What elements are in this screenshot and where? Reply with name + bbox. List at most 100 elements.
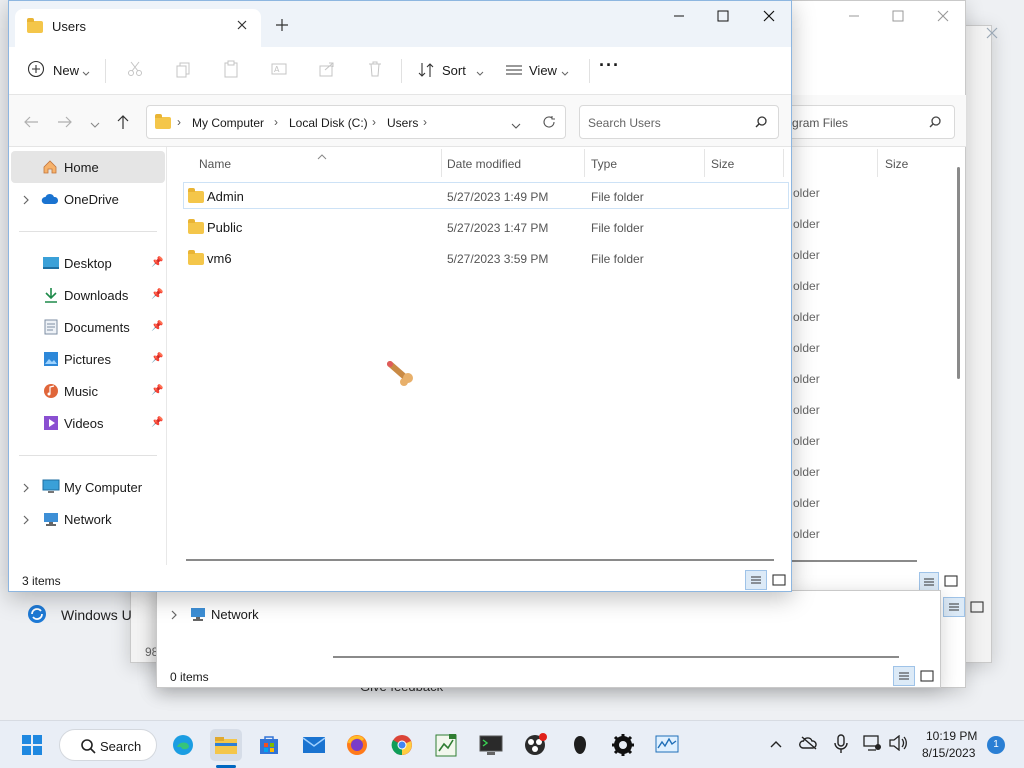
chevron-right-icon[interactable] (169, 609, 179, 623)
delete-icon[interactable] (366, 60, 384, 81)
column-divider[interactable] (783, 149, 784, 177)
tiles-view-button[interactable] (943, 573, 959, 592)
minimize-icon[interactable] (847, 9, 861, 26)
taskbar-app-settings[interactable] (607, 729, 639, 761)
breadcrumb-local-disk[interactable]: Local Disk (C:) (289, 116, 368, 130)
nav-item-onedrive[interactable]: OneDrive (11, 183, 165, 215)
pin-icon[interactable]: 📌 (151, 289, 163, 300)
rename-icon[interactable]: A (270, 60, 288, 81)
vertical-scrollbar[interactable] (957, 167, 960, 379)
taskbar-app-firefox[interactable] (341, 729, 373, 761)
column-divider[interactable] (704, 149, 705, 177)
pin-icon[interactable]: 📌 (151, 417, 163, 428)
details-view-button[interactable] (893, 666, 915, 686)
nav-item-downloads[interactable]: Downloads 📌 (11, 279, 165, 311)
back-arrow-icon[interactable] (23, 115, 39, 132)
taskbar-app-edge[interactable] (167, 729, 199, 761)
table-row[interactable]: vm6 5/27/2023 3:59 PM File folder (175, 245, 789, 271)
column-header-size[interactable]: Size (711, 157, 734, 171)
tiles-view-button[interactable] (919, 668, 935, 687)
table-row[interactable]: Public 5/27/2023 1:47 PM File folder (175, 214, 789, 240)
pin-icon[interactable]: 📌 (151, 321, 163, 332)
close-icon[interactable] (936, 9, 950, 26)
taskbar-app-unknown[interactable] (564, 729, 596, 761)
new-tab-icon[interactable] (275, 18, 289, 35)
up-arrow-icon[interactable] (116, 114, 130, 133)
taskbar-app-file-explorer[interactable] (210, 729, 242, 761)
tab-users[interactable]: Users (15, 9, 261, 47)
breadcrumb-my-computer[interactable]: My Computer (192, 116, 264, 130)
tiles-view-button[interactable] (771, 572, 787, 591)
onedrive-tray-icon[interactable] (799, 735, 819, 754)
volume-icon[interactable] (888, 734, 908, 754)
horizontal-scrollbar[interactable] (186, 559, 774, 561)
nav-item-my-computer[interactable]: My Computer (11, 471, 165, 503)
size-column-header[interactable]: Size (885, 157, 908, 171)
recent-locations-chevron-icon[interactable] (90, 118, 100, 132)
pin-icon[interactable]: 📌 (151, 257, 163, 268)
nav-item-documents[interactable]: Documents 📌 (11, 311, 165, 343)
chevron-right-icon[interactable] (21, 482, 31, 496)
notification-badge[interactable]: 1 (987, 736, 1005, 754)
pin-icon[interactable]: 📌 (151, 385, 163, 396)
taskbar-app-terminal[interactable] (475, 729, 507, 761)
nav-item-network[interactable]: Network (11, 503, 165, 535)
pin-icon[interactable]: 📌 (151, 353, 163, 364)
microphone-icon[interactable] (834, 734, 848, 757)
horizontal-scrollbar[interactable] (333, 656, 899, 658)
details-view-button[interactable] (943, 597, 965, 617)
minimize-icon[interactable] (672, 9, 686, 26)
column-header-name[interactable]: Name (199, 157, 231, 171)
view-button[interactable]: View (505, 59, 571, 83)
forward-arrow-icon[interactable] (57, 115, 73, 132)
paste-icon[interactable] (222, 60, 240, 81)
close-icon[interactable] (985, 26, 999, 43)
share-icon[interactable] (318, 60, 336, 81)
taskbar-app-obs[interactable] (519, 729, 551, 761)
close-icon[interactable] (762, 9, 776, 26)
maximize-icon[interactable] (716, 9, 730, 26)
address-dropdown-chevron-icon[interactable] (511, 119, 521, 133)
details-view-button[interactable] (745, 570, 767, 590)
search-box[interactable]: Search Users (579, 105, 779, 139)
clock-time[interactable]: 10:19 PM (926, 729, 977, 743)
column-divider[interactable] (584, 149, 585, 177)
start-button[interactable] (16, 729, 48, 761)
nav-item-pictures[interactable]: Pictures 📌 (11, 343, 165, 375)
taskbar-app-monitor[interactable] (651, 729, 683, 761)
nav-item-home[interactable]: Home (11, 151, 165, 183)
maximize-icon[interactable] (891, 9, 905, 26)
chevron-up-icon[interactable] (769, 738, 783, 752)
tiles-view-button[interactable] (969, 599, 985, 618)
refresh-icon[interactable] (542, 115, 556, 132)
chevron-right-icon[interactable] (21, 514, 31, 528)
network-status-icon[interactable] (863, 735, 881, 754)
table-row[interactable]: Admin 5/27/2023 1:49 PM File folder (175, 183, 789, 209)
column-header-type[interactable]: Type (591, 157, 617, 171)
nav-network-label[interactable]: Network (211, 607, 259, 622)
nav-item-videos[interactable]: Videos 📌 (11, 407, 165, 439)
taskbar-app-chrome[interactable] (386, 729, 418, 761)
details-view-button[interactable] (919, 572, 939, 592)
windows-update-label[interactable]: Windows U (61, 607, 132, 623)
nav-item-music[interactable]: Music 📌 (11, 375, 165, 407)
chevron-right-icon[interactable] (21, 194, 31, 208)
copy-icon[interactable] (174, 60, 192, 81)
breadcrumb-users[interactable]: Users (387, 116, 418, 130)
taskbar-search[interactable]: Search (59, 729, 157, 761)
column-divider[interactable] (441, 149, 442, 177)
cut-icon[interactable] (126, 60, 144, 81)
horizontal-scrollbar[interactable] (789, 560, 917, 562)
taskbar-search-label: Search (100, 739, 142, 754)
new-button[interactable]: New (27, 59, 97, 83)
clock-date[interactable]: 8/15/2023 (922, 746, 975, 760)
sort-button[interactable]: Sort (417, 59, 484, 83)
column-header-date-modified[interactable]: Date modified (447, 157, 521, 171)
taskbar-app-store[interactable] (253, 729, 285, 761)
taskbar-app-spreadsheet[interactable] (430, 729, 462, 761)
address-bar[interactable]: › My Computer › Local Disk (C:) › Users … (146, 105, 566, 139)
taskbar-app-mail[interactable] (298, 729, 330, 761)
close-tab-icon[interactable] (236, 19, 248, 34)
more-options-button[interactable]: ··· (599, 55, 620, 76)
nav-item-desktop[interactable]: Desktop 📌 (11, 247, 165, 279)
